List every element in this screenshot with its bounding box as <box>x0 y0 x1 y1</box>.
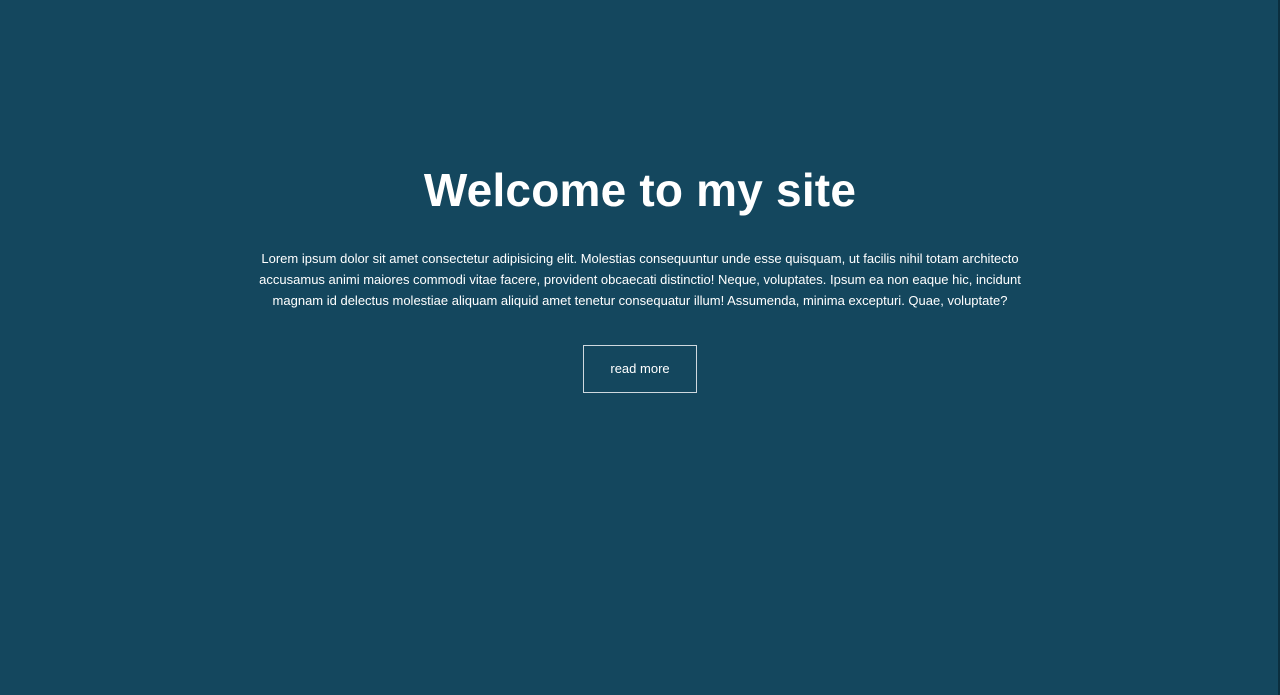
read-more-button[interactable]: read more <box>583 345 697 393</box>
hero-section: Welcome to my site Lorem ipsum dolor sit… <box>0 0 1280 695</box>
page-title: Welcome to my site <box>423 164 857 216</box>
cta-container: read more <box>250 345 1030 393</box>
hero-content: Welcome to my site Lorem ipsum dolor sit… <box>250 160 1030 393</box>
hero-paragraph: Lorem ipsum dolor sit amet consectetur a… <box>259 251 1021 308</box>
